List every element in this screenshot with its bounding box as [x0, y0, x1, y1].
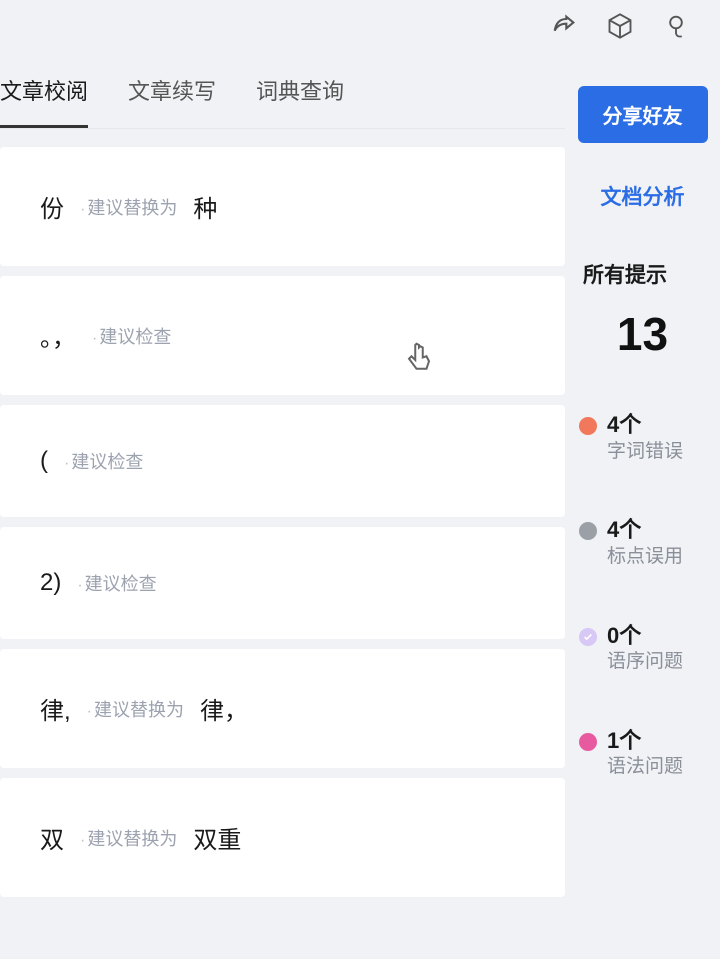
category-count: 0个 — [607, 622, 683, 651]
original-text: 2) — [40, 569, 61, 597]
hint-text: ·建议替换为 — [80, 825, 177, 851]
category-list: 4个 字词错误 4个 标点误用 0个 语序问题 — [577, 411, 708, 780]
total-count: 13 — [617, 307, 668, 361]
category-label: 语序问题 — [607, 650, 683, 675]
category-punctuation[interactable]: 4个 标点误用 — [579, 516, 708, 569]
hint-text: ·建议检查 — [64, 448, 143, 474]
content-area: 文章校阅 文章续写 词典查询 份 ·建议替换为 种 。， ·建议检查 ( ·建议… — [0, 0, 720, 959]
original-text: ( — [40, 447, 48, 475]
doc-analysis-button[interactable]: 文档分析 — [601, 181, 685, 211]
replacement-text: 双重 — [193, 820, 241, 855]
dot-icon — [579, 522, 597, 540]
tab-bar: 文章校阅 文章续写 词典查询 — [0, 56, 565, 129]
all-hints-label: 所有提示 — [577, 259, 667, 289]
share-friends-button[interactable]: 分享好友 — [578, 86, 708, 143]
dot-icon — [579, 417, 597, 435]
suggestion-item[interactable]: ( ·建议检查 — [0, 405, 565, 517]
left-panel: 文章校阅 文章续写 词典查询 份 ·建议替换为 种 。， ·建议检查 ( ·建议… — [0, 56, 565, 959]
hint-text: ·建议检查 — [77, 570, 156, 596]
suggestion-item[interactable]: 律, ·建议替换为 律， — [0, 649, 565, 768]
category-label: 语法问题 — [607, 755, 683, 780]
headphones-icon[interactable] — [662, 12, 690, 40]
category-order[interactable]: 0个 语序问题 — [579, 622, 708, 675]
tab-continue[interactable]: 文章续写 — [128, 74, 216, 114]
check-icon — [579, 628, 597, 646]
share-arrow-icon[interactable] — [550, 12, 578, 40]
hint-text: ·建议替换为 — [87, 696, 184, 722]
category-count: 4个 — [607, 411, 683, 440]
category-word-error[interactable]: 4个 字词错误 — [579, 411, 708, 464]
suggestion-item[interactable]: 2) ·建议检查 — [0, 527, 565, 639]
original-text: 律, — [40, 691, 71, 726]
dot-icon — [579, 733, 597, 751]
category-count: 4个 — [607, 516, 683, 545]
category-label: 字词错误 — [607, 440, 683, 465]
category-grammar[interactable]: 1个 语法问题 — [579, 727, 708, 780]
replacement-text: 律， — [200, 691, 248, 726]
original-text: 双 — [40, 820, 64, 855]
suggestion-item[interactable]: 双 ·建议替换为 双重 — [0, 778, 565, 897]
original-text: 份 — [40, 189, 64, 224]
category-label: 标点误用 — [607, 545, 683, 570]
top-icon-bar — [550, 12, 690, 40]
suggestion-item[interactable]: 份 ·建议替换为 种 — [0, 147, 565, 266]
original-text: 。， — [40, 318, 76, 353]
cube-icon[interactable] — [606, 12, 634, 40]
hint-text: ·建议替换为 — [80, 194, 177, 220]
category-count: 1个 — [607, 727, 683, 756]
right-panel: 分享好友 文档分析 所有提示 13 4个 字词错误 4个 标点误用 — [565, 56, 720, 959]
suggestion-item[interactable]: 。， ·建议检查 — [0, 276, 565, 395]
tab-dictionary[interactable]: 词典查询 — [256, 74, 344, 114]
hint-text: ·建议检查 — [92, 323, 171, 349]
replacement-text: 种 — [193, 189, 217, 224]
suggestions-list: 份 ·建议替换为 种 。， ·建议检查 ( ·建议检查 2) ·建议检查 律, … — [0, 147, 565, 959]
tab-review[interactable]: 文章校阅 — [0, 74, 88, 114]
